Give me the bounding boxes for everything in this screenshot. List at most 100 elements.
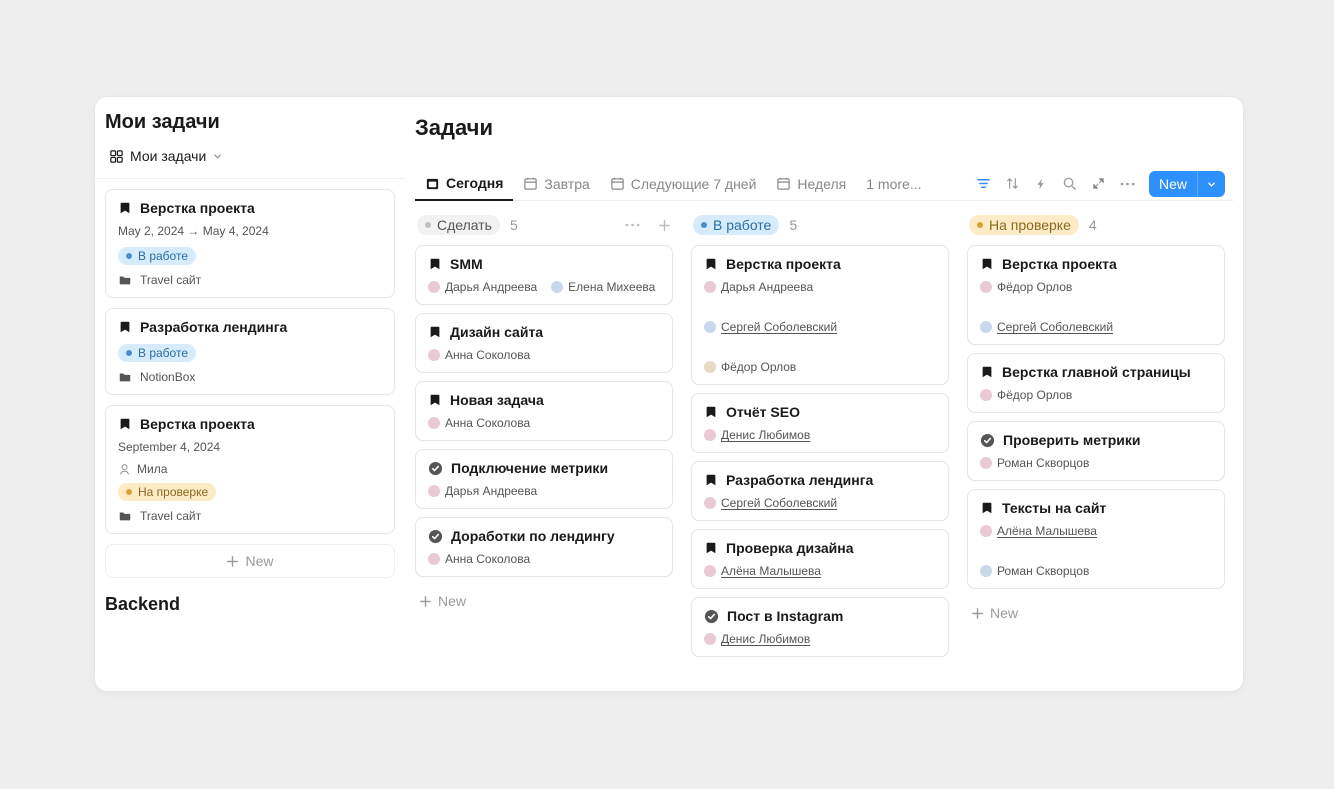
assignee-name: Фёдор Орлов <box>997 280 1072 294</box>
search-icon[interactable] <box>1062 176 1077 191</box>
assignee-name: Роман Скворцов <box>997 564 1089 578</box>
folder-label: Travel сайт <box>140 273 201 287</box>
assignee: Анна Соколова <box>428 416 530 430</box>
assignee: Дарья Андреева <box>428 280 537 294</box>
assignee: Роман Скворцов <box>980 564 1212 578</box>
assignee: Сергей Соболевский <box>704 496 936 510</box>
assignees-list: Фёдор Орлов <box>980 388 1212 402</box>
assignee-name: Анна Соколова <box>445 552 530 566</box>
avatar <box>704 497 716 509</box>
new-button[interactable]: New <box>1149 171 1225 197</box>
card-title-text: Верстка главной страницы <box>1002 364 1191 380</box>
assignee: Сергей Соболевский <box>980 320 1212 334</box>
add-card-button[interactable]: New <box>415 585 673 617</box>
person-icon <box>118 463 131 476</box>
column-title[interactable]: В работе <box>693 215 779 235</box>
task-card[interactable]: Дизайн сайта Анна Соколова <box>415 313 673 373</box>
task-card[interactable]: Верстка главной страницы Фёдор Орлов <box>967 353 1225 413</box>
assignees-list: Роман Скворцов <box>980 456 1212 470</box>
view-selector[interactable]: Мои задачи <box>105 144 395 168</box>
bookmark-icon <box>704 257 718 271</box>
sidebar-task-card[interactable]: Верстка проекта May 2, 2024 → May 4, 202… <box>105 189 395 298</box>
calendar-icon <box>776 176 791 191</box>
task-card[interactable]: Отчёт SEO Денис Любимов <box>691 393 949 453</box>
tab-tomorrow[interactable]: Завтра <box>513 168 599 200</box>
check-circle-icon <box>428 461 443 476</box>
card-title-text: Разработка лендинга <box>726 472 873 488</box>
column-count: 4 <box>1089 217 1097 233</box>
folder-icon <box>118 273 132 287</box>
dots-icon[interactable] <box>1120 182 1135 186</box>
column-count: 5 <box>510 217 518 233</box>
card-title-text: Тексты на сайт <box>1002 500 1106 516</box>
avatar <box>980 281 992 293</box>
task-card[interactable]: Доработки по лендингу Анна Соколова <box>415 517 673 577</box>
assignee-name: Алёна Малышева <box>721 564 821 578</box>
task-card[interactable]: Новая задача Анна Соколова <box>415 381 673 441</box>
divider <box>95 178 405 179</box>
tab-week[interactable]: Неделя <box>766 168 856 200</box>
avatar <box>704 361 716 373</box>
assignee: Алёна Малышева <box>980 524 1212 538</box>
task-card[interactable]: SMM Дарья АндрееваЕлена Михеева <box>415 245 673 305</box>
bookmark-icon <box>118 320 132 334</box>
column-title[interactable]: На проверке <box>969 215 1079 235</box>
assignee: Денис Любимов <box>704 632 936 646</box>
tab-tools: New <box>976 171 1233 197</box>
add-card-button[interactable]: New <box>967 597 1225 629</box>
bookmark-icon <box>428 325 442 339</box>
tab-next7[interactable]: Следующие 7 дней <box>600 168 767 200</box>
assignees-list: Дарья АндрееваЕлена Михеева <box>428 280 660 294</box>
column-title[interactable]: Сделать <box>417 215 500 235</box>
task-card[interactable]: Разработка лендинга Сергей Соболевский <box>691 461 949 521</box>
assignee-name: Мила <box>137 462 167 476</box>
task-card[interactable]: Верстка проекта Дарья Андреева Сергей Соб… <box>691 245 949 385</box>
task-card[interactable]: Пост в Instagram Денис Любимов <box>691 597 949 657</box>
task-card[interactable]: Тексты на сайт Алёна Малышева Роман Сквор… <box>967 489 1225 589</box>
view-selector-label: Мои задачи <box>130 148 206 164</box>
assignees-list: Анна Соколова <box>428 552 660 566</box>
tab-today[interactable]: Сегодня <box>415 167 513 201</box>
bookmark-icon <box>118 417 132 431</box>
assignee-name: Денис Любимов <box>721 632 810 646</box>
dots-icon[interactable] <box>625 223 640 227</box>
assignee-name: Дарья Андреева <box>445 484 537 498</box>
column-count: 5 <box>789 217 797 233</box>
plus-icon <box>226 555 239 568</box>
card-title-text: Верстка проекта <box>1002 256 1117 272</box>
plus-icon[interactable] <box>658 219 671 232</box>
sidebar-task-card[interactable]: Разработка лендинга В работе NotionBox <box>105 308 395 395</box>
assignee-name: Анна Соколова <box>445 348 530 362</box>
sidebar: Мои задачи Мои задачи Верстка проекта Ma… <box>95 97 405 691</box>
card-date: May 2, 2024 → May 4, 2024 <box>118 224 382 238</box>
assignee-name: Сергей Соболевский <box>721 320 837 334</box>
assignee: Роман Скворцов <box>980 456 1212 470</box>
assignee: Дарья Андреева <box>704 280 936 294</box>
card-title-text: Проверка дизайна <box>726 540 854 556</box>
backend-heading: Backend <box>105 592 395 615</box>
expand-icon[interactable] <box>1091 176 1106 191</box>
sort-icon[interactable] <box>1005 176 1020 191</box>
task-card[interactable]: Подключение метрики Дарья Андреева <box>415 449 673 509</box>
tab-more[interactable]: 1 more... <box>856 168 931 200</box>
bookmark-icon <box>980 501 994 515</box>
tabs-row: Сегодня Завтра Следующие 7 дней Неделя 1… <box>415 167 1233 201</box>
task-card[interactable]: Проверка дизайна Алёна Малышева <box>691 529 949 589</box>
plus-icon <box>419 595 432 608</box>
assignee-name: Сергей Соболевский <box>997 320 1113 334</box>
avatar <box>704 633 716 645</box>
sidebar-task-card[interactable]: Верстка проекта September 4, 2024 Мила Н… <box>105 405 395 534</box>
assignees-list: Дарья Андреева <box>428 484 660 498</box>
filter-icon[interactable] <box>976 176 991 191</box>
card-title: Верстка проекта <box>140 200 255 216</box>
avatar <box>980 457 992 469</box>
card-title-text: Верстка проекта <box>726 256 841 272</box>
bolt-icon[interactable] <box>1034 177 1048 191</box>
task-card[interactable]: Верстка проекта Фёдор Орлов Сергей Соболе… <box>967 245 1225 345</box>
assignee-name: Фёдор Орлов <box>721 360 796 374</box>
assignee-name: Алёна Малышева <box>997 524 1097 538</box>
chevron-down-icon <box>212 151 223 162</box>
task-card[interactable]: Проверить метрики Роман Скворцов <box>967 421 1225 481</box>
new-task-button[interactable]: New <box>105 544 395 578</box>
assignees-list: Анна Соколова <box>428 348 660 362</box>
